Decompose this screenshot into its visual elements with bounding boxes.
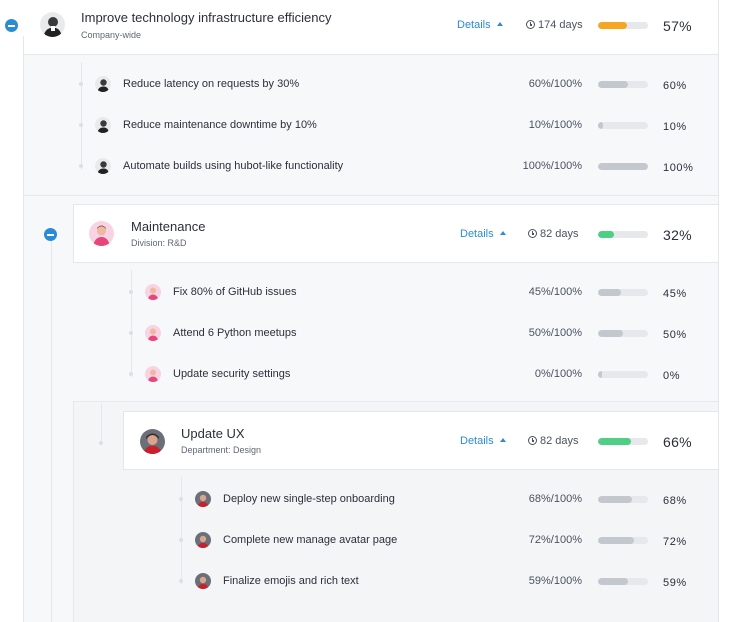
- person-avatar-red: [195, 491, 211, 507]
- person-avatar-pink: [89, 221, 114, 246]
- key-result-percent: 10%: [663, 121, 687, 133]
- key-result-ratio: 68%/100%: [528, 493, 582, 505]
- objective-scope: Department: Design: [181, 445, 262, 455]
- days-remaining: 82 days: [528, 435, 579, 447]
- key-result-percent: 45%: [663, 288, 687, 300]
- person-avatar-red: [195, 532, 211, 548]
- person-avatar-gray: [95, 76, 111, 92]
- objective-scope: Company-wide: [81, 30, 142, 40]
- key-result-title[interactable]: Finalize emojis and rich text: [223, 575, 359, 587]
- key-result-percent: 0%: [663, 370, 681, 382]
- person-avatar-pink: [145, 366, 161, 382]
- key-result-title[interactable]: Complete new manage avatar page: [223, 534, 397, 546]
- key-result-percent: 72%: [663, 536, 687, 548]
- key-result-ratio: 45%/100%: [528, 286, 582, 298]
- progress-bar: [598, 231, 648, 238]
- key-result-title[interactable]: Fix 80% of GitHub issues: [173, 286, 297, 298]
- key-result-percent: 59%: [663, 577, 687, 589]
- objective-title[interactable]: Update UX: [181, 426, 245, 441]
- progress-percent: 32%: [663, 227, 692, 243]
- key-result-ratio: 59%/100%: [528, 575, 582, 587]
- person-avatar-red: [195, 573, 211, 589]
- key-result-ratio: 60%/100%: [528, 78, 582, 90]
- progress-percent: 57%: [663, 18, 692, 34]
- days-remaining: 82 days: [528, 228, 579, 240]
- progress-bar: [598, 22, 648, 29]
- days-remaining: 174 days: [526, 19, 583, 31]
- key-result-title[interactable]: Automate builds using hubot-like functio…: [123, 160, 343, 172]
- key-result-ratio: 72%/100%: [528, 534, 582, 546]
- collapse-toggle-1[interactable]: [44, 228, 57, 241]
- objective-scope: Division: R&D: [131, 238, 187, 248]
- key-result-percent: 60%: [663, 80, 687, 92]
- key-result-percent: 68%: [663, 495, 687, 507]
- progress-bar: [598, 438, 648, 445]
- key-result-progress-bar: [598, 122, 648, 129]
- key-result-progress-bar: [598, 289, 648, 296]
- clock-icon: [526, 20, 535, 29]
- key-result-title[interactable]: Attend 6 Python meetups: [173, 327, 297, 339]
- key-result-ratio: 50%/100%: [528, 327, 582, 339]
- key-result-ratio: 100%/100%: [522, 160, 582, 172]
- objective-title[interactable]: Maintenance: [131, 219, 205, 234]
- person-avatar-gray: [40, 12, 65, 37]
- caret-up-icon: [496, 22, 503, 26]
- caret-up-icon: [499, 231, 506, 235]
- key-result-title[interactable]: Reduce maintenance downtime by 10%: [123, 119, 317, 131]
- key-result-percent: 100%: [663, 162, 694, 174]
- key-result-ratio: 0%/100%: [534, 368, 582, 380]
- key-result-progress-bar: [598, 81, 648, 88]
- key-result-title[interactable]: Deploy new single-step onboarding: [223, 493, 395, 505]
- key-result-progress-bar: [598, 163, 648, 170]
- clock-icon: [528, 229, 537, 238]
- details-toggle[interactable]: Details: [457, 19, 503, 31]
- key-result-progress-bar: [598, 330, 648, 337]
- collapse-toggle-0[interactable]: [5, 19, 18, 32]
- person-avatar-gray: [95, 117, 111, 133]
- key-result-percent: 50%: [663, 329, 687, 341]
- key-result-title[interactable]: Reduce latency on requests by 30%: [123, 78, 299, 90]
- key-result-progress-bar: [598, 578, 648, 585]
- key-result-progress-bar: [598, 371, 648, 378]
- details-toggle[interactable]: Details: [460, 228, 506, 240]
- key-result-progress-bar: [598, 496, 648, 503]
- caret-up-icon: [499, 438, 506, 442]
- person-avatar-pink: [145, 284, 161, 300]
- person-avatar-gray: [95, 158, 111, 174]
- person-avatar-pink: [145, 325, 161, 341]
- key-result-progress-bar: [598, 537, 648, 544]
- person-avatar-red: [140, 429, 165, 454]
- key-result-title[interactable]: Update security settings: [173, 368, 290, 380]
- progress-percent: 66%: [663, 434, 692, 450]
- clock-icon: [528, 436, 537, 445]
- key-result-ratio: 10%/100%: [528, 119, 582, 131]
- details-toggle[interactable]: Details: [460, 435, 506, 447]
- objective-title[interactable]: Improve technology infrastructure effici…: [81, 10, 332, 25]
